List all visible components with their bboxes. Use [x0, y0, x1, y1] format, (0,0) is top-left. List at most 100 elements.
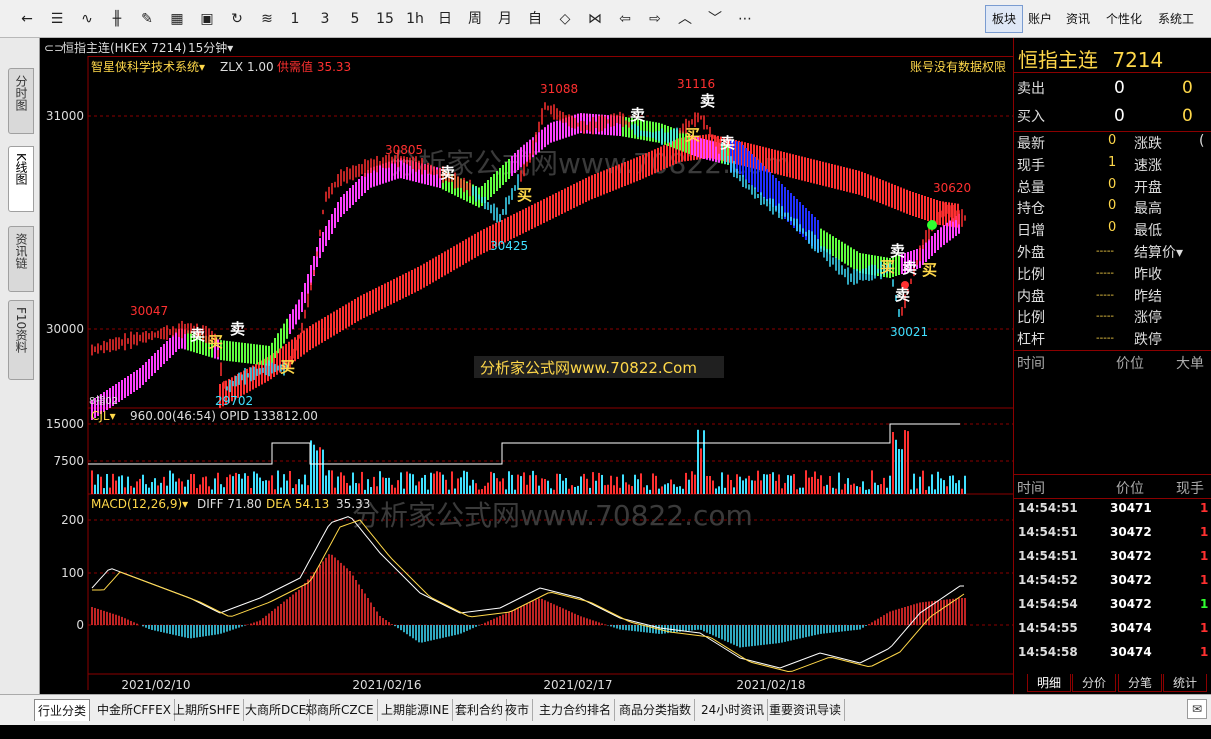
- detail-tab-0[interactable]: 明细: [1027, 674, 1071, 692]
- market-tab-3[interactable]: 大商所DCE: [242, 699, 311, 721]
- volume-bar: [220, 484, 222, 494]
- market-tab-6[interactable]: 套利合约: [452, 699, 508, 721]
- volume-bar: [334, 487, 336, 494]
- back-icon[interactable]: ←: [16, 7, 38, 31]
- kline-chart-area[interactable]: 分析家公式网www.70822.com 分析家公式网www.70822.com 3…: [40, 38, 1013, 694]
- period-button-1[interactable]: 3: [314, 7, 336, 31]
- zoom-icon[interactable]: ◇: [554, 7, 576, 31]
- buy-qty: 0: [1182, 106, 1193, 126]
- top-menu-4[interactable]: 系统工具: [1152, 5, 1211, 54]
- volume-bar: [829, 476, 831, 494]
- volume-bar: [163, 476, 165, 494]
- volume-bar: [550, 488, 552, 494]
- volume-bar: [268, 480, 270, 494]
- volume-bar: [904, 430, 906, 494]
- volume-label[interactable]: CJL▾: [91, 409, 116, 423]
- tab-label: F10资料: [14, 307, 28, 354]
- volume-bar: [868, 489, 870, 494]
- indicator-icon[interactable]: ≋: [256, 7, 278, 31]
- volume-bar: [688, 479, 690, 494]
- stat-value: 0: [1108, 220, 1117, 236]
- volume-bar: [307, 485, 309, 494]
- volume-bar: [277, 470, 279, 494]
- stat-label[interactable]: 结算价▾: [1134, 242, 1183, 262]
- market-tab-9[interactable]: 商品分类指数: [616, 699, 696, 721]
- indicator-name[interactable]: 智星侠科学技术系统▾: [91, 59, 205, 74]
- detail-tab-1[interactable]: 分价: [1072, 674, 1116, 692]
- volume-bar: [538, 485, 540, 494]
- volume-bar: [943, 480, 945, 494]
- market-tab-7[interactable]: 夜市: [502, 699, 534, 721]
- period-button-2[interactable]: 5: [344, 7, 366, 31]
- detail-tab-3[interactable]: 统计: [1163, 674, 1207, 692]
- period-button-3[interactable]: 15: [374, 7, 396, 31]
- volume-bar: [424, 474, 426, 494]
- market-tab-5[interactable]: 上期能源INE: [378, 699, 454, 721]
- left-icon[interactable]: ⇦: [614, 7, 636, 31]
- period-button-5[interactable]: 日: [434, 7, 456, 31]
- macd-label[interactable]: MACD(12,26,9)▾: [91, 497, 188, 511]
- tab-kline[interactable]: K线图: [8, 146, 34, 212]
- list-icon[interactable]: ☰: [46, 7, 68, 31]
- market-tab-1[interactable]: 中金所CFFEX: [94, 699, 175, 721]
- volume-bar: [145, 484, 147, 494]
- volume-bar: [760, 480, 762, 494]
- stat-label: 涨停: [1134, 310, 1162, 327]
- period-button-7[interactable]: 月: [494, 7, 516, 31]
- volume-bar: [850, 484, 852, 494]
- header-cell: 价位: [1116, 356, 1144, 372]
- draw-icon[interactable]: ✎: [136, 7, 158, 31]
- kline-chart[interactable]: 分析家公式网www.70822.com分析家公式网www.70822.com 3…: [40, 38, 1013, 694]
- volume-bar: [742, 480, 744, 494]
- macd-value: 35.33: [336, 497, 370, 511]
- up-icon[interactable]: ︿: [674, 7, 696, 31]
- volume-bar: [181, 481, 183, 494]
- volume-bar: [187, 479, 189, 494]
- buy-signal: 买: [922, 261, 937, 279]
- volume-bar: [763, 474, 765, 494]
- volume-bar: [964, 475, 966, 494]
- market-tab-0[interactable]: 行业分类: [34, 699, 91, 721]
- buy-signal: 买: [685, 126, 700, 144]
- volume-bar: [298, 479, 300, 494]
- top-menu-2[interactable]: 资讯: [1060, 5, 1096, 33]
- line-chart-icon[interactable]: ∿: [76, 7, 98, 31]
- tab-timeshare[interactable]: 分时图: [8, 68, 34, 134]
- volume-bar: [952, 475, 954, 494]
- more-icon[interactable]: ⋯: [734, 7, 756, 31]
- volume-bar: [805, 470, 807, 494]
- save-icon[interactable]: ▣: [196, 7, 218, 31]
- top-menu-0[interactable]: 板块: [985, 5, 1024, 33]
- period-button-6[interactable]: 周: [464, 7, 486, 31]
- message-icon[interactable]: ✉: [1187, 699, 1207, 719]
- volume-bar: [403, 488, 405, 494]
- tick-time: 14:54:58: [1018, 645, 1078, 659]
- period-button-8[interactable]: 自: [524, 7, 546, 31]
- tick-price: 30472: [1110, 597, 1152, 611]
- kline-icon[interactable]: ╫: [106, 7, 128, 31]
- period-button-0[interactable]: 1: [284, 7, 306, 31]
- right-icon[interactable]: ⇨: [644, 7, 666, 31]
- top-menu-1[interactable]: 账户: [1022, 5, 1058, 33]
- down-icon[interactable]: ﹀: [704, 7, 726, 31]
- market-tab-4[interactable]: 郑商所CZCE: [302, 699, 378, 721]
- volume-bar: [154, 478, 156, 494]
- market-tab-11[interactable]: 重要资讯导读: [766, 699, 846, 721]
- buy-row: 买入 0 0: [1014, 106, 1211, 128]
- detail-tab-2[interactable]: 分笔: [1118, 674, 1162, 692]
- market-tab-10[interactable]: 24小时资讯: [698, 699, 769, 721]
- market-tab-2[interactable]: 上期所SHFE: [170, 699, 245, 721]
- fit-icon[interactable]: ⋈: [584, 7, 606, 31]
- period-button-4[interactable]: 1h: [404, 7, 426, 31]
- volume-bar: [148, 487, 150, 494]
- top-menu-3[interactable]: 个性化: [1100, 5, 1148, 33]
- volume-bar: [820, 475, 822, 494]
- market-tab-8[interactable]: 主力合约排名: [536, 699, 616, 721]
- chart-period-select[interactable]: 15分钟▾: [188, 40, 233, 55]
- volume-bar: [745, 478, 747, 494]
- buy-signal: 买: [880, 258, 895, 276]
- refresh-icon[interactable]: ↻: [226, 7, 248, 31]
- tab-f10[interactable]: F10资料: [8, 300, 34, 380]
- tab-news-chain[interactable]: 资讯链: [8, 226, 34, 292]
- formula-icon[interactable]: ▦: [166, 7, 188, 31]
